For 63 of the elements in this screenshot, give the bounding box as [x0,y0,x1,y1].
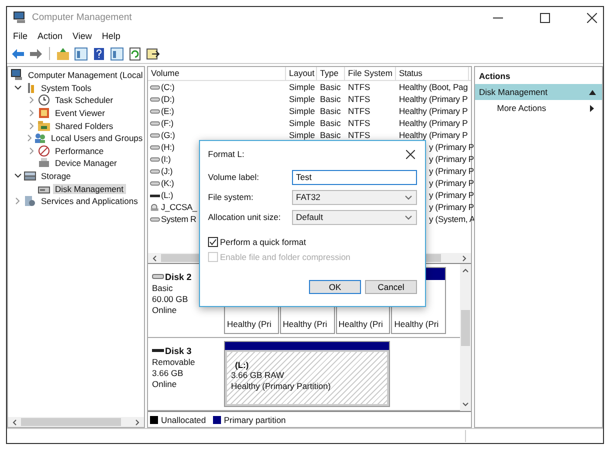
table-cell: NTFS [348,130,370,140]
table-cell: Basic [320,82,341,92]
disk-info: Online [152,378,178,388]
table-cell: (E:) [161,106,174,116]
table-cell: (H:) [161,142,174,152]
table-cell: y (Primary P [429,166,474,176]
actions-header: Actions [478,70,512,83]
table-cell: NTFS [348,106,370,116]
field-label: Volume label: [208,172,260,182]
table-cell: (I:) [161,154,171,164]
table-cell: y (Primary P [429,190,474,200]
partition-size: 3.66 GB RAW [231,370,286,380]
field-label: Allocation unit size: [208,212,282,222]
table-cell: y (Primary P [429,202,474,212]
table-cell: System R [161,214,196,224]
table-cell: Healthy (Primary P [399,118,468,128]
table-cell: Healthy (Boot, Pag [399,82,468,92]
table-cell: Basic [320,118,341,128]
table-cell: (D:) [161,94,174,104]
partition-status: Healthy (Pri [282,318,328,330]
table-cell: Simple [289,118,315,128]
table-cell: Simple [289,106,315,116]
disk-name: Disk 2 [165,272,192,282]
table-cell: (C:) [161,82,174,92]
table-cell: Basic [320,130,341,140]
table-cell: Basic [320,106,341,116]
table-cell: Simple [289,82,315,92]
table-cell: y (Primary P [429,178,474,188]
partition-status: Healthy (Pri [227,318,272,330]
table-cell: J_CCSA_ [161,202,197,212]
disk-info: Removable [152,356,196,366]
table-cell: NTFS [348,118,370,128]
table-cell: (K:) [161,178,174,188]
disk-info: 60.00 GB [152,294,189,304]
table-cell: (G:) [161,130,175,140]
table-cell: (L:) [161,190,173,200]
window-title: Computer Management [32,12,132,23]
table-cell: Basic [320,94,341,104]
legend-label: Primary partition [224,414,286,424]
disk-info: 3.66 GB [152,368,184,378]
table-cell: (F:) [161,118,174,128]
disk-info: Basic [152,283,174,293]
table-cell: Healthy (Primary P [399,94,468,104]
partition-status: Healthy (Primary Partition) [231,380,332,392]
table-cell: y (Primary P [429,142,474,152]
table-cell: Simple [289,94,315,104]
table-cell: y (Primary P [429,154,474,164]
field-label: File system: [208,192,254,202]
checkbox-label: Perform a quick format [220,237,306,247]
disk-info: Online [152,305,178,315]
disk-name: Disk 3 [165,346,192,356]
dialog-title: Format L: [208,149,244,159]
table-cell: NTFS [348,94,370,104]
table-cell: Healthy (Primary P [399,130,468,140]
partition-status: Healthy (Pri [338,318,384,330]
table-cell: (J:) [161,166,172,176]
checkbox-label: Enable file and folder compression [220,252,350,262]
table-cell: Healthy (Primary P [399,106,468,116]
table-cell: Simple [289,130,315,140]
partition-status: Healthy (Pri [394,318,440,330]
table-cell: NTFS [348,82,370,92]
partition-name: (L:) [235,360,250,370]
legend-label: Unallocated [161,414,206,424]
